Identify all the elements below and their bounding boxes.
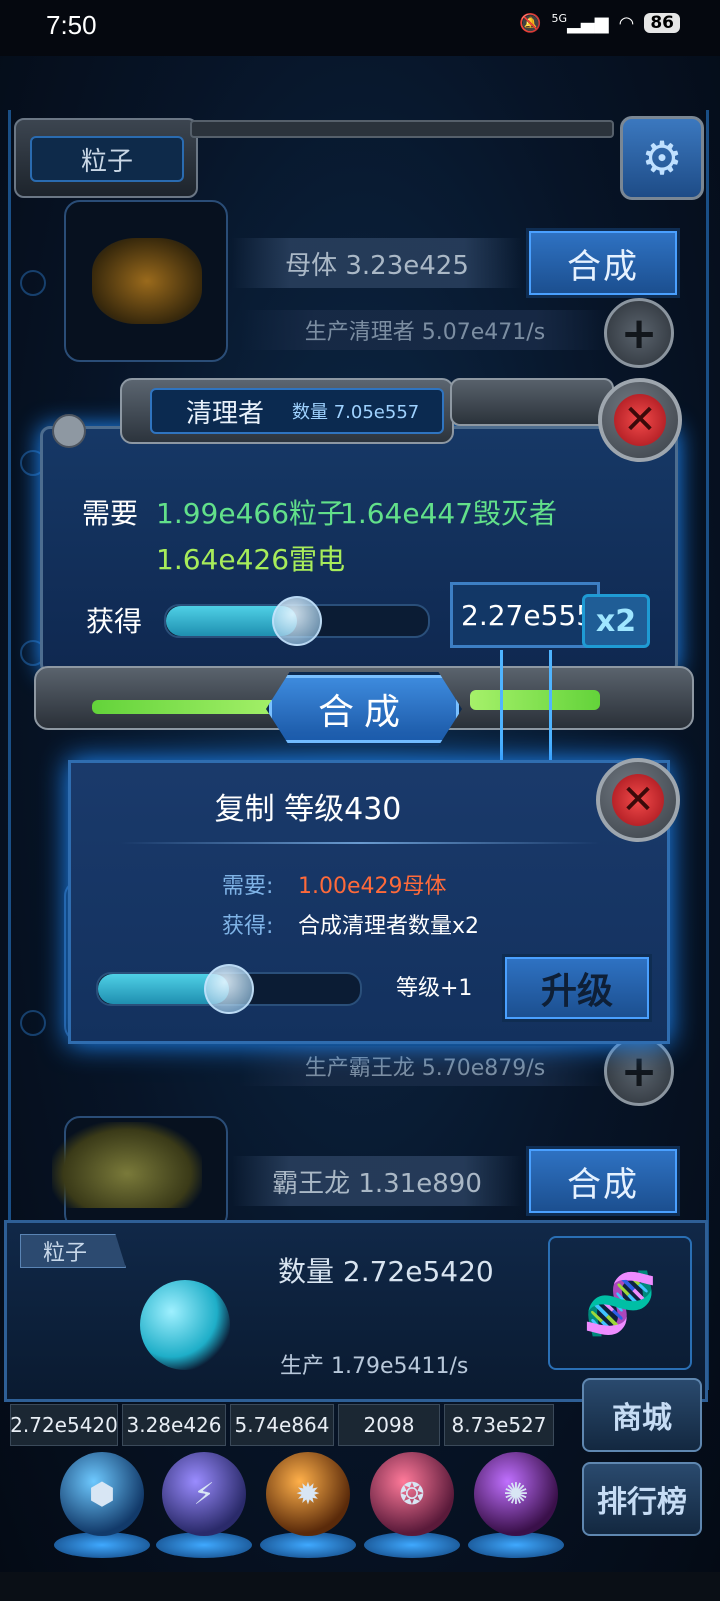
network-type: 5G	[551, 12, 568, 25]
copy-modal-close-button[interactable]: ✕	[596, 758, 680, 842]
trex-portrait	[52, 1116, 228, 1230]
copy-modal-title: 复制 等级430	[214, 792, 402, 827]
shop-button[interactable]: 商城	[582, 1378, 702, 1452]
circuit-node	[20, 270, 46, 296]
thunder-orb-button[interactable]: ⚡	[162, 1452, 246, 1536]
trex-production: 生产霸王龙 5.70e879/s	[240, 1046, 610, 1086]
mute-icon: 🔕	[519, 12, 542, 34]
synth-yield-value: 2.27e555	[450, 582, 600, 648]
synth-modal-close-button[interactable]: ✕	[598, 378, 682, 462]
copy-slider-knob[interactable]	[204, 964, 254, 1014]
resource-orb-row: ⬢ ⚡ ✹ ❂ ✺	[14, 1412, 574, 1562]
resource-panel-tab: 粒子	[20, 1234, 126, 1268]
vortex-orb-button[interactable]: ✺	[474, 1452, 558, 1536]
brain-icon: ❂	[399, 1476, 425, 1512]
vortex-icon: ✺	[503, 1476, 529, 1512]
close-icon: ✕	[614, 394, 666, 446]
synth-requirement-2: 1.64e447毁灭者	[340, 497, 558, 530]
trex-creature-image	[52, 1122, 202, 1208]
bolt-icon	[52, 414, 86, 448]
dna-icon: 🧬	[582, 1268, 658, 1339]
cellular-signal-icon: 5G▂▄▆	[551, 12, 609, 34]
mother-production: 生产清理者 5.07e471/s	[240, 310, 610, 350]
copy-get-label: 获得:	[222, 914, 274, 939]
header-tab-particle[interactable]: 粒子	[30, 136, 184, 182]
modal-connector	[500, 650, 552, 770]
energy-tube-left	[92, 700, 282, 714]
dna-button[interactable]: 🧬	[548, 1236, 692, 1370]
synth-confirm-button[interactable]: 合成	[266, 672, 462, 746]
copy-level-step: 等级+1	[396, 976, 473, 1001]
copy-get-value: 合成清理者数量x2	[298, 914, 480, 939]
ranking-button[interactable]: 排行榜	[582, 1462, 702, 1536]
brain-orb-button[interactable]: ❂	[370, 1452, 454, 1536]
fire-orb-button[interactable]: ✹	[266, 1452, 350, 1536]
trex-name: 霸王龙 1.31e890	[232, 1156, 522, 1206]
particle-icon: ⬢	[88, 1476, 116, 1512]
synth-get-label: 获得	[86, 605, 143, 638]
plus-icon: +	[620, 1045, 658, 1097]
synth-modal-title: 清理者	[186, 399, 265, 429]
header-bar	[190, 120, 614, 138]
mother-name: 母体 3.23e425	[232, 238, 522, 288]
close-icon: ✕	[612, 774, 664, 826]
copy-need-value: 1.00e429母体	[298, 874, 447, 899]
copy-upgrade-button[interactable]: 升级	[502, 954, 652, 1022]
trex-add-button[interactable]: +	[604, 1036, 674, 1106]
wifi-icon: ◠	[618, 12, 635, 34]
synth-modal-count: 数量 7.05e557	[292, 402, 420, 423]
plus-icon: +	[620, 307, 658, 359]
mother-portrait	[64, 200, 228, 362]
synth-modal-top-bar	[450, 378, 614, 426]
screen-bottom-edge	[0, 1572, 720, 1601]
synth-requirement-1: 1.99e466粒子	[156, 497, 346, 530]
circuit-node	[20, 1010, 46, 1036]
synth-slider-knob[interactable]	[272, 596, 322, 646]
status-icons: 🔕 5G▂▄▆ ◠ 86	[519, 12, 680, 34]
battery-indicator: 86	[644, 13, 680, 33]
particle-cluster-image	[140, 1280, 230, 1370]
particle-orb-button[interactable]: ⬢	[60, 1452, 144, 1536]
mother-synth-button[interactable]: 合成	[526, 228, 680, 298]
mother-creature-image	[92, 238, 202, 324]
gear-icon: ⚙	[641, 131, 683, 185]
synth-requirement-3: 1.64e426雷电	[156, 543, 346, 576]
synth-multiplier-button[interactable]: x2	[582, 594, 650, 648]
trex-synth-button[interactable]: 合成	[526, 1146, 680, 1216]
mother-add-button[interactable]: +	[604, 298, 674, 368]
settings-button[interactable]: ⚙	[620, 116, 704, 200]
status-time: 7:50	[46, 10, 97, 40]
fire-icon: ✹	[295, 1476, 321, 1512]
resource-count: 数量 2.72e5420	[278, 1255, 494, 1288]
synth-need-label: 需要	[82, 497, 139, 530]
lightning-icon: ⚡	[193, 1476, 215, 1512]
frame-right	[686, 110, 709, 1390]
frame-left	[8, 110, 41, 1390]
resource-production: 生产 1.79e5411/s	[280, 1354, 469, 1379]
copy-modal-divider	[120, 842, 600, 844]
copy-need-label: 需要:	[222, 874, 274, 899]
